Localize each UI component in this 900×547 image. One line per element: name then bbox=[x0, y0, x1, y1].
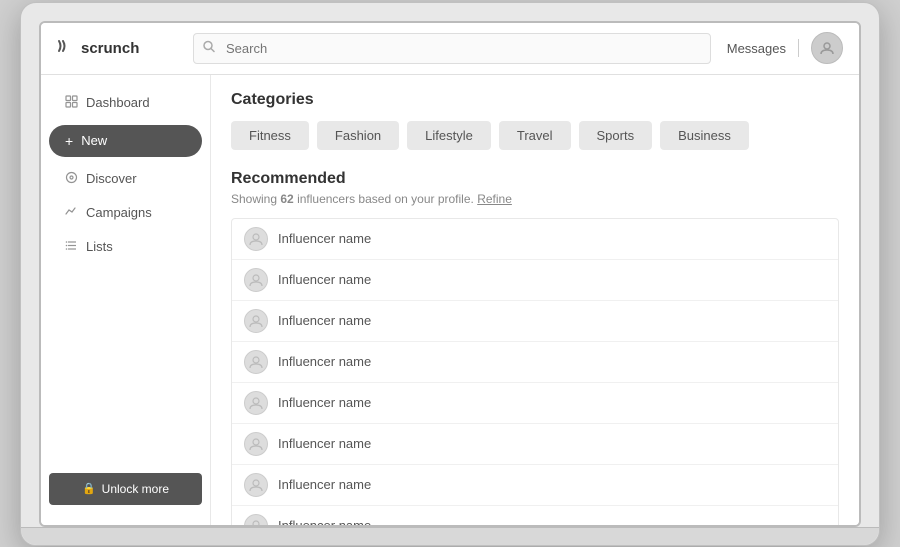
app-header: scrunch Messages bbox=[41, 23, 859, 75]
sidebar-item-new[interactable]: + New bbox=[49, 125, 202, 157]
influencer-row[interactable]: Influencer name bbox=[232, 301, 838, 342]
main-layout: Dashboard + New Discover bbox=[41, 75, 859, 525]
influencer-row[interactable]: Influencer name bbox=[232, 506, 838, 525]
search-bar[interactable] bbox=[193, 33, 711, 64]
category-fitness[interactable]: Fitness bbox=[231, 121, 309, 150]
influencer-name-2: Influencer name bbox=[278, 272, 371, 287]
influencer-name-7: Influencer name bbox=[278, 477, 371, 492]
lists-icon bbox=[65, 239, 78, 255]
plus-icon: + bbox=[65, 133, 73, 149]
recommended-subtitle: Showing 62 influencers based on your pro… bbox=[231, 192, 839, 206]
influencer-name-6: Influencer name bbox=[278, 436, 371, 451]
category-business[interactable]: Business bbox=[660, 121, 749, 150]
sidebar-discover-label: Discover bbox=[86, 171, 137, 186]
logo-text: scrunch bbox=[81, 40, 139, 57]
influencer-avatar-3 bbox=[244, 309, 268, 333]
sidebar-lists-label: Lists bbox=[86, 239, 113, 254]
categories-section: Categories Fitness Fashion Lifestyle Tra… bbox=[231, 91, 839, 150]
dashboard-icon bbox=[65, 95, 78, 111]
influencer-row[interactable]: Influencer name bbox=[232, 424, 838, 465]
header-right: Messages bbox=[727, 32, 843, 64]
sidebar-campaigns-label: Campaigns bbox=[86, 205, 152, 220]
category-lifestyle[interactable]: Lifestyle bbox=[407, 121, 491, 150]
influencer-row[interactable]: Influencer name bbox=[232, 465, 838, 506]
categories-row: Fitness Fashion Lifestyle Travel Sports … bbox=[231, 121, 839, 150]
categories-title: Categories bbox=[231, 91, 839, 109]
influencer-avatar-4 bbox=[244, 350, 268, 374]
category-sports[interactable]: Sports bbox=[579, 121, 653, 150]
influencer-row[interactable]: Influencer name bbox=[232, 383, 838, 424]
main-content: Categories Fitness Fashion Lifestyle Tra… bbox=[211, 75, 859, 525]
sidebar-item-campaigns[interactable]: Campaigns bbox=[49, 197, 202, 229]
header-divider bbox=[798, 39, 799, 57]
influencer-name-5: Influencer name bbox=[278, 395, 371, 410]
search-input[interactable] bbox=[193, 33, 711, 64]
recommended-section: Recommended Showing 62 influencers based… bbox=[231, 170, 839, 525]
category-travel[interactable]: Travel bbox=[499, 121, 571, 150]
campaigns-icon bbox=[65, 205, 78, 221]
influencer-avatar-6 bbox=[244, 432, 268, 456]
influencer-name-1: Influencer name bbox=[278, 231, 371, 246]
sidebar-dashboard-label: Dashboard bbox=[86, 95, 150, 110]
sidebar-item-lists[interactable]: Lists bbox=[49, 231, 202, 263]
logo-icon bbox=[57, 39, 75, 58]
discover-icon bbox=[65, 171, 78, 187]
influencer-name-4: Influencer name bbox=[278, 354, 371, 369]
influencer-name-3: Influencer name bbox=[278, 313, 371, 328]
laptop-base bbox=[21, 527, 879, 545]
sidebar-nav: Dashboard + New Discover bbox=[41, 87, 210, 263]
category-fashion[interactable]: Fashion bbox=[317, 121, 399, 150]
influencer-avatar-5 bbox=[244, 391, 268, 415]
search-icon bbox=[203, 41, 215, 56]
messages-link[interactable]: Messages bbox=[727, 41, 786, 56]
refine-link[interactable]: Refine bbox=[477, 192, 512, 206]
sidebar-item-discover[interactable]: Discover bbox=[49, 163, 202, 195]
unlock-more-button[interactable]: 🔒 Unlock more bbox=[49, 473, 202, 505]
user-avatar-button[interactable] bbox=[811, 32, 843, 64]
laptop-screen: scrunch Messages bbox=[39, 21, 861, 527]
influencer-avatar-1 bbox=[244, 227, 268, 251]
logo: scrunch bbox=[57, 39, 177, 58]
laptop-frame: scrunch Messages bbox=[20, 2, 880, 546]
sidebar-new-label: New bbox=[81, 133, 107, 148]
influencer-row[interactable]: Influencer name bbox=[232, 219, 838, 260]
unlock-label: Unlock more bbox=[102, 482, 169, 496]
sidebar-item-dashboard[interactable]: Dashboard bbox=[49, 87, 202, 119]
influencer-avatar-7 bbox=[244, 473, 268, 497]
influencer-name-8: Influencer name bbox=[278, 518, 371, 525]
influencer-row[interactable]: Influencer name bbox=[232, 260, 838, 301]
recommended-title: Recommended bbox=[231, 170, 839, 188]
sidebar: Dashboard + New Discover bbox=[41, 75, 211, 525]
influencer-row[interactable]: Influencer name bbox=[232, 342, 838, 383]
lock-icon: 🔒 bbox=[82, 482, 96, 495]
influencer-avatar-8 bbox=[244, 514, 268, 525]
influencer-list: Influencer name Influencer name bbox=[231, 218, 839, 525]
influencer-avatar-2 bbox=[244, 268, 268, 292]
